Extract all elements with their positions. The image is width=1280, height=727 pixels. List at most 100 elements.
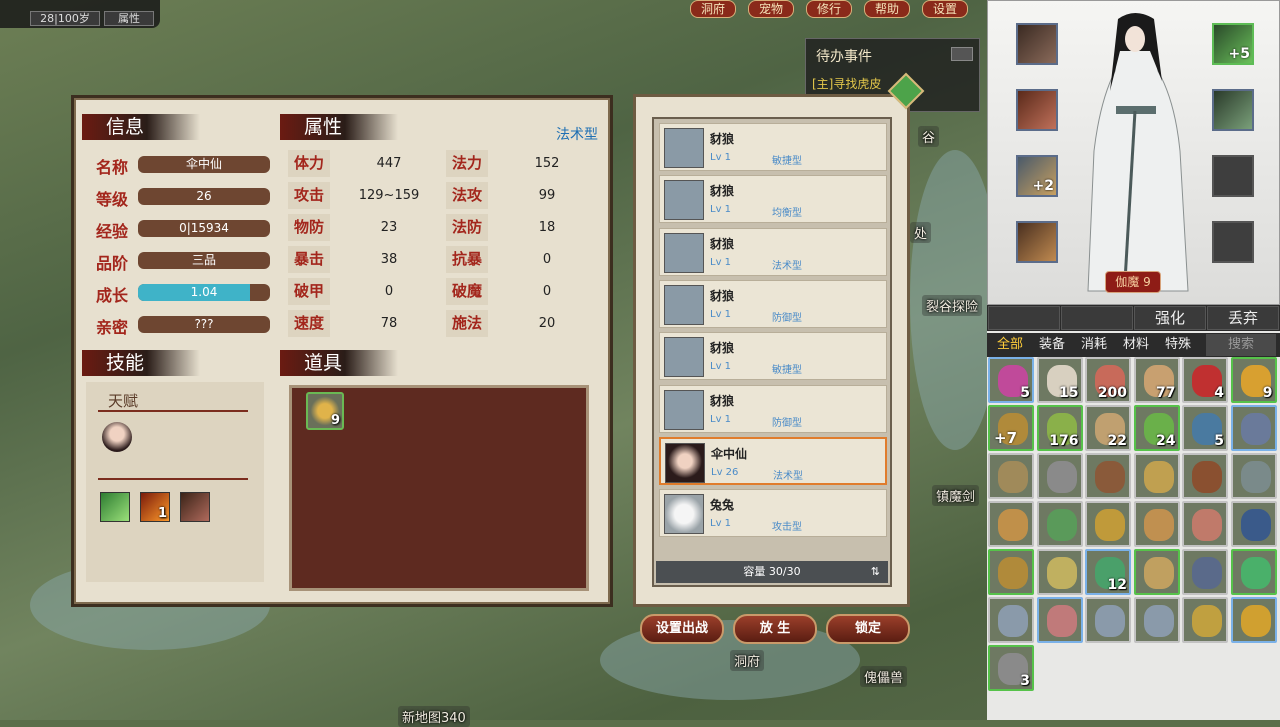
equip-empty-slot[interactable]	[1212, 221, 1254, 263]
bag-item-icon[interactable]: 176	[1036, 405, 1083, 451]
bag-item-icon[interactable]: 15	[1036, 357, 1083, 403]
equip-ring-icon[interactable]: +5	[1212, 23, 1254, 65]
bag-item-icon[interactable]	[1133, 453, 1180, 499]
bag-item-icon[interactable]	[988, 453, 1034, 499]
skill-fire-icon[interactable]: 1	[140, 492, 170, 522]
bag-item-icon[interactable]: 3	[988, 645, 1034, 691]
todo-quest[interactable]: [主]寻找虎皮	[806, 75, 887, 92]
tab-material[interactable]: 材料	[1117, 333, 1155, 357]
bag-item-icon[interactable]	[1036, 597, 1083, 643]
bag-item-icon[interactable]	[1230, 597, 1277, 643]
map-label-cave[interactable]: 洞府	[730, 650, 765, 671]
bag-item-icon[interactable]: 200	[1085, 357, 1131, 403]
tab-equipment[interactable]: 装备	[1033, 333, 1071, 357]
item-box: 9	[289, 385, 589, 591]
sort-icon[interactable]: ⇅	[871, 561, 880, 583]
pet-list-item[interactable]: 豺狼 Lv 1 敏捷型	[659, 332, 887, 381]
map-label-rift[interactable]: 裂谷探险	[922, 295, 983, 316]
bag-item-icon[interactable]	[1036, 501, 1083, 547]
pet-list-item[interactable]: 兔兔 Lv 1 攻击型	[659, 489, 887, 538]
pet-list[interactable]: 容量 30/30 ⇅ 豺狼 Lv 1 敏捷型 豺狼 Lv 1 均衡型 豺狼 Lv 1 法术型 豺狼 L…	[652, 117, 892, 587]
bag-item-icon[interactable]	[1182, 453, 1228, 499]
bag-empty-slot	[988, 306, 1060, 330]
equip-weapon-icon[interactable]: +2	[1016, 155, 1058, 197]
pet-list-item[interactable]: 豺狼 Lv 1 敏捷型	[659, 123, 887, 171]
map-label-puppet[interactable]: 傀儡兽	[860, 666, 908, 687]
tab-consumable[interactable]: 消耗	[1075, 333, 1113, 357]
bag-item-icon[interactable]	[1133, 549, 1180, 595]
bag-item-icon[interactable]	[1133, 501, 1180, 547]
tab-special[interactable]: 特殊	[1159, 333, 1197, 357]
bag-item-icon[interactable]	[1230, 405, 1277, 451]
tab-all[interactable]: 全部	[991, 333, 1029, 357]
bag-item-icon[interactable]	[1182, 549, 1228, 595]
skill-wind-icon[interactable]	[100, 492, 130, 522]
menu-cave-button[interactable]: 洞府	[690, 0, 736, 18]
bag-item-icon[interactable]	[1182, 501, 1228, 547]
item-slot-pill-icon[interactable]: 9	[306, 392, 344, 430]
lock-button[interactable]: 锁定	[826, 614, 910, 644]
pet-list-item[interactable]: 豺狼 Lv 1 防御型	[659, 384, 887, 433]
bag-item-icon[interactable]	[988, 597, 1034, 643]
equip-bracelet-icon[interactable]	[1212, 89, 1254, 131]
bag-item-icon[interactable]	[988, 501, 1034, 547]
menu-cultivate-button[interactable]: 修行	[806, 0, 852, 18]
pet-name: 豺狼	[710, 288, 735, 303]
map-label-newmap[interactable]: 新地图340	[398, 706, 470, 727]
equip-empty-slot[interactable]	[1212, 155, 1254, 197]
bag-item-icon[interactable]	[1230, 453, 1277, 499]
menu-pet-button[interactable]: 宠物	[748, 0, 794, 18]
bag-item-icon[interactable]	[1085, 453, 1131, 499]
bag-item-icon[interactable]: +7	[988, 405, 1034, 451]
pet-name: 伞中仙	[711, 446, 748, 461]
bag-item-icon[interactable]: 22	[1085, 405, 1131, 451]
bag-item-icon[interactable]: 24	[1133, 405, 1180, 451]
bag-item-icon[interactable]: 4	[1182, 357, 1228, 403]
bag-item-icon[interactable]	[1182, 597, 1228, 643]
pet-type: 敏捷型	[772, 156, 802, 167]
map-label-sword[interactable]: 镇魔剑	[932, 485, 980, 506]
bag-item-icon[interactable]	[988, 549, 1034, 595]
release-button[interactable]: 放 生	[733, 614, 817, 644]
equip-helmet-icon[interactable]	[1016, 23, 1058, 65]
attribute-button[interactable]: 属性	[104, 11, 154, 26]
skill-beast-icon[interactable]	[180, 492, 210, 522]
bag-item-icon[interactable]	[1133, 597, 1180, 643]
pet-type: 法术型	[773, 470, 803, 482]
bag-item-icon[interactable]: 9	[1230, 357, 1277, 403]
set-deploy-button[interactable]: 设置出战	[640, 614, 724, 644]
enhance-button[interactable]: 强化	[1134, 306, 1206, 330]
pet-list-item[interactable]: 豺狼 Lv 1 法术型	[659, 227, 887, 276]
discard-button[interactable]: 丢弃	[1207, 306, 1279, 330]
pet-list-item[interactable]: 伞中仙 Lv 26 法术型	[659, 436, 887, 485]
info-value-rank: 三品	[138, 252, 270, 269]
pet-list-item[interactable]: 豺狼 Lv 1 均衡型	[659, 175, 887, 224]
bag-item-icon[interactable]: 5	[988, 357, 1034, 403]
equip-boots-icon[interactable]	[1016, 221, 1058, 263]
pet-list-item[interactable]: 豺狼 Lv 1 防御型	[659, 279, 887, 328]
collapse-icon[interactable]	[951, 47, 973, 61]
pet-type-label: 法术型	[556, 127, 598, 143]
bag-item-icon[interactable]	[1085, 501, 1131, 547]
map-label-valley[interactable]: 谷	[918, 126, 940, 147]
bag-item-icon[interactable]	[1230, 501, 1277, 547]
equip-armor-icon[interactable]	[1016, 89, 1058, 131]
bag-item-icon[interactable]: 77	[1133, 357, 1180, 403]
bag-item-icon[interactable]	[1036, 549, 1083, 595]
map-label-place[interactable]: 处	[910, 222, 932, 243]
stat-label: 暴击	[288, 246, 330, 273]
talent-avatar-icon[interactable]	[102, 422, 132, 452]
bag-item-icon[interactable]: 12	[1085, 549, 1131, 595]
menu-help-button[interactable]: 帮助	[864, 0, 910, 18]
player-status-bar: 28|100岁 属性	[0, 0, 160, 28]
bag-item-icon[interactable]	[1036, 453, 1083, 499]
search-input[interactable]: 搜索	[1206, 334, 1276, 356]
info-label-rank: 品阶	[96, 254, 129, 273]
ascend-button[interactable]: 伽魔 9	[1105, 271, 1161, 293]
pet-level: Lv 1	[710, 308, 732, 320]
stat-value: 0	[334, 278, 444, 305]
menu-settings-button[interactable]: 设置	[922, 0, 968, 18]
bag-item-icon[interactable]: 5	[1182, 405, 1228, 451]
bag-item-icon[interactable]	[1085, 597, 1131, 643]
bag-item-icon[interactable]	[1230, 549, 1277, 595]
